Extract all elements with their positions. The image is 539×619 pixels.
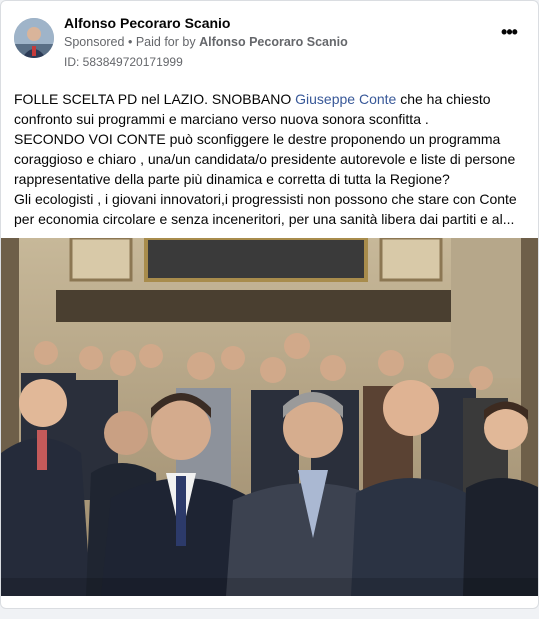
post-paragraph-2: SECONDO VOI CONTE può sconfiggere le des… bbox=[14, 131, 516, 187]
sponsored-meta: Sponsored • Paid for by Alfonso Pecoraro… bbox=[64, 35, 348, 49]
paid-for-name[interactable]: Alfonso Pecoraro Scanio bbox=[199, 35, 348, 49]
post-text-part: FOLLE SCELTA PD nel LAZIO. SNOBBANO bbox=[14, 91, 296, 107]
post-text: FOLLE SCELTA PD nel LAZIO. SNOBBANO Gius… bbox=[14, 89, 526, 229]
sponsored-label: Sponsored bbox=[64, 35, 125, 49]
post-photo[interactable] bbox=[1, 238, 538, 596]
more-options-icon[interactable]: ••• bbox=[497, 23, 521, 48]
avatar[interactable] bbox=[14, 18, 54, 58]
post-paragraph-3-line-2[interactable]: per economia circolare e senza incenerit… bbox=[14, 209, 526, 229]
ad-post-card: Alfonso Pecoraro Scanio Sponsored • Paid… bbox=[0, 0, 539, 609]
ad-id: ID: 583849720171999 bbox=[64, 55, 183, 69]
paid-for-prefix: Paid for by bbox=[135, 35, 196, 49]
mention-link[interactable]: Giuseppe Conte bbox=[295, 91, 396, 107]
post-paragraph-3-line-1: Gli ecologisti , i giovani innovatori,i … bbox=[14, 191, 517, 207]
author-name[interactable]: Alfonso Pecoraro Scanio bbox=[64, 15, 230, 31]
post-paragraph-1: FOLLE SCELTA PD nel LAZIO. SNOBBANO Gius… bbox=[14, 89, 526, 129]
post-header: Alfonso Pecoraro Scanio Sponsored • Paid… bbox=[14, 14, 525, 74]
meta-separator: • bbox=[127, 35, 133, 49]
